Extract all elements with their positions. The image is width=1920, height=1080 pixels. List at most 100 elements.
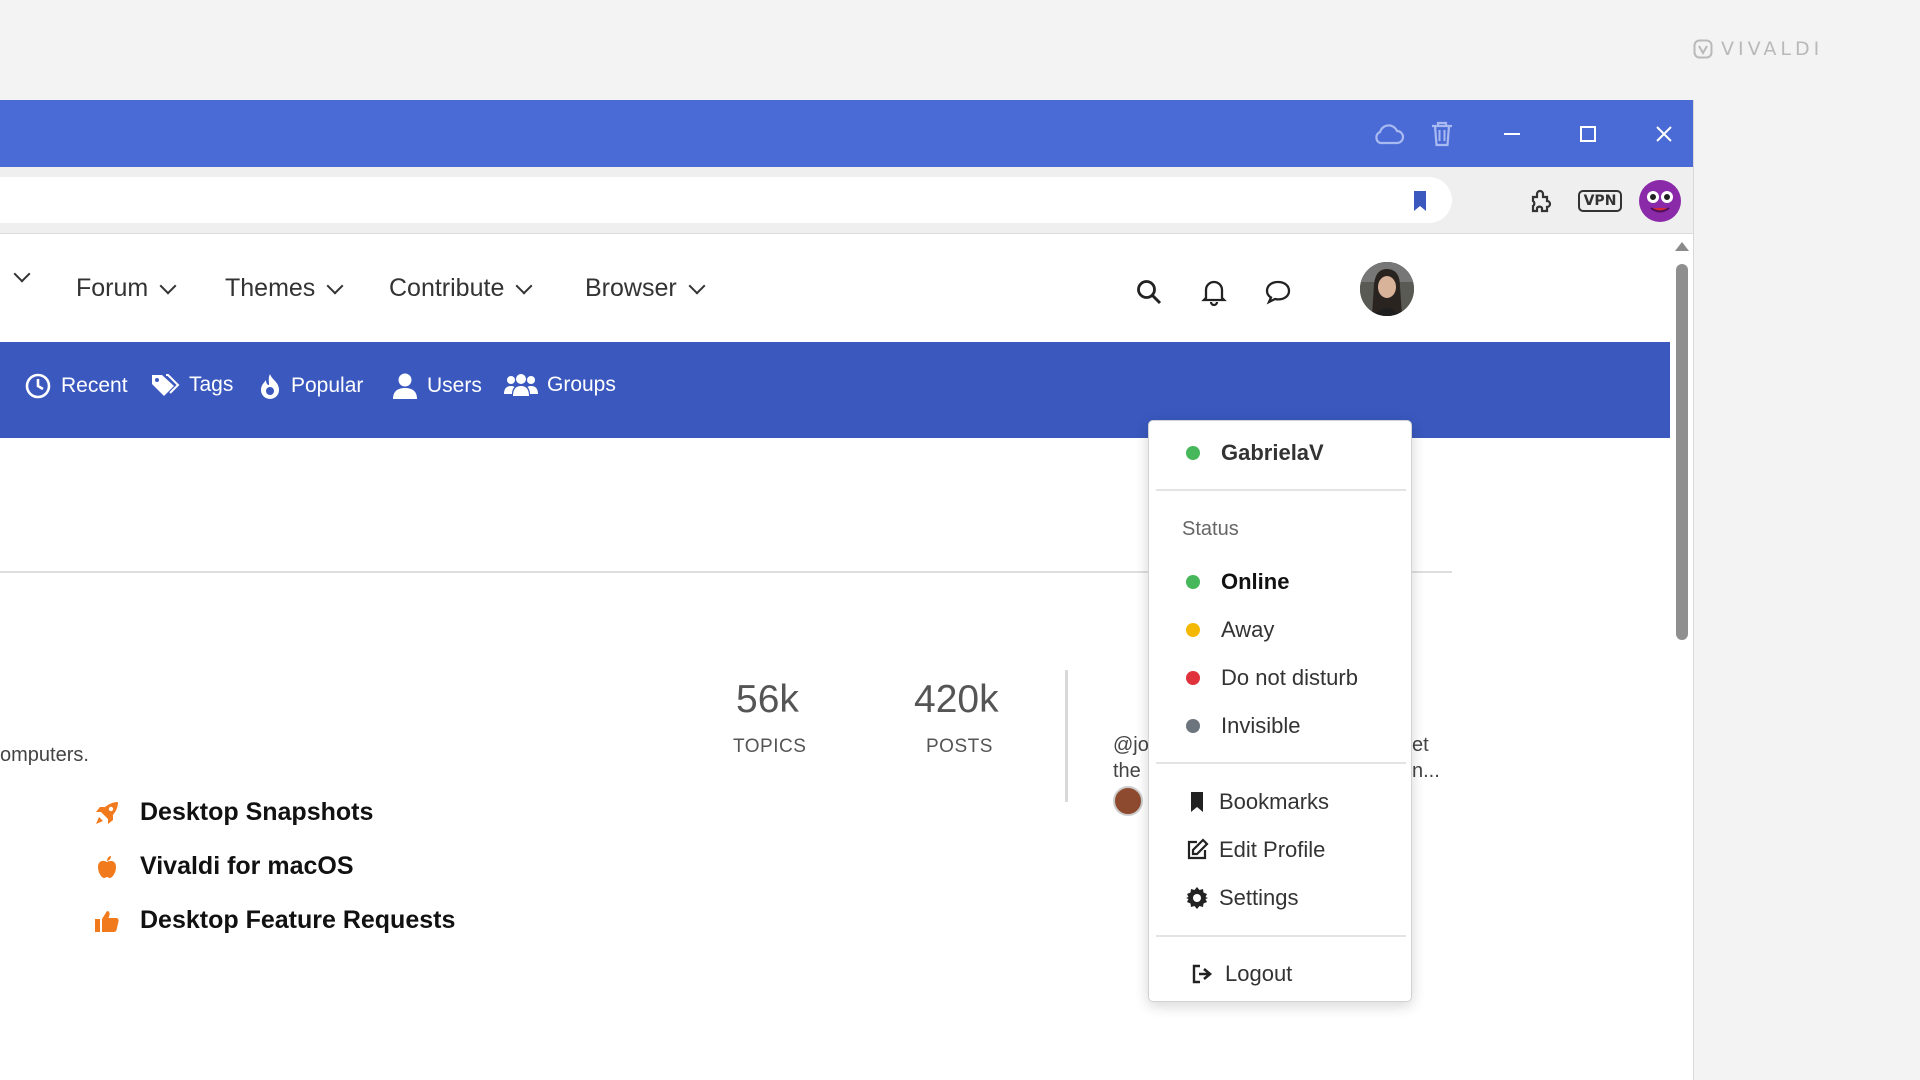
- bookmark-icon: [1185, 791, 1209, 813]
- vpn-label: VPN: [1577, 190, 1623, 212]
- away-dot: [1186, 623, 1200, 637]
- groups-icon: [504, 374, 538, 396]
- invisible-dot: [1186, 719, 1200, 733]
- cloud-sync-icon[interactable]: [1370, 116, 1406, 152]
- subnav-groups[interactable]: Groups: [504, 372, 616, 398]
- profile-icon[interactable]: [1638, 179, 1682, 223]
- last-post-text-line1: @jo: [1113, 734, 1149, 756]
- maximize-icon[interactable]: [1570, 116, 1606, 152]
- last-post-text-right2: n...: [1412, 760, 1440, 782]
- extensions-icon[interactable]: [1524, 183, 1560, 219]
- menu-logout[interactable]: Logout: [1149, 954, 1413, 994]
- nav-item-contribute[interactable]: Contribute: [389, 274, 533, 303]
- menu-edit-profile[interactable]: Edit Profile: [1149, 830, 1413, 870]
- subnav-popular[interactable]: Popular: [258, 372, 363, 400]
- topics-count: 56k: [736, 678, 799, 721]
- avatar[interactable]: [1360, 262, 1414, 316]
- status-do-not-disturb[interactable]: Do not disturb: [1149, 658, 1413, 698]
- subcategory-vivaldi-for-macos[interactable]: Vivaldi for macOS: [94, 852, 354, 881]
- subcategory-desktop-feature-requests[interactable]: Desktop Feature Requests: [94, 906, 455, 935]
- dnd-dot: [1186, 671, 1200, 685]
- bookmark-icon[interactable]: [1402, 183, 1438, 219]
- subcategory-label: Desktop Feature Requests: [140, 906, 456, 934]
- chevron-down-icon: [688, 277, 706, 294]
- subnav-users[interactable]: Users: [392, 372, 482, 400]
- page-scrollbar[interactable]: [1670, 234, 1693, 1080]
- username-label: GabrielaV: [1221, 440, 1324, 465]
- last-post-text-right1: et: [1412, 734, 1429, 756]
- subcategory-desktop-snapshots[interactable]: Desktop Snapshots: [94, 798, 373, 827]
- dropdown-username[interactable]: GabrielaV: [1149, 433, 1413, 473]
- nav-item-label: Browser: [585, 274, 677, 302]
- browser-window: VPN Forum Themes Contribute Browser Rece…: [0, 100, 1694, 1080]
- stats-divider: [1065, 670, 1068, 802]
- chevron-down-icon: [13, 265, 31, 283]
- category-description: omputers.: [0, 744, 89, 766]
- status-online[interactable]: Online: [1149, 562, 1413, 602]
- status-label: Away: [1221, 617, 1275, 642]
- subcategory-label: Vivaldi for macOS: [140, 852, 354, 880]
- gear-icon: [1185, 886, 1209, 910]
- nav-item-label: Forum: [76, 274, 149, 302]
- menu-bookmarks[interactable]: Bookmarks: [1149, 782, 1413, 822]
- menu-label: Logout: [1225, 961, 1293, 986]
- bell-icon[interactable]: [1194, 272, 1234, 312]
- posts-count: 420k: [914, 678, 999, 721]
- subnav-tags[interactable]: Tags: [150, 372, 233, 398]
- watermark-text: VIVALDI: [1721, 38, 1824, 60]
- tags-icon: [152, 374, 180, 396]
- chevron-down-icon: [326, 277, 344, 294]
- scroll-up-arrow[interactable]: [1675, 242, 1689, 251]
- posts-label: POSTS: [926, 736, 993, 757]
- last-poster-avatar[interactable]: [1113, 786, 1143, 816]
- address-bar[interactable]: [0, 177, 1452, 223]
- nav-item-label: Themes: [225, 274, 316, 302]
- subnav-label: Groups: [547, 373, 616, 396]
- search-icon[interactable]: [1129, 272, 1169, 312]
- minimize-icon[interactable]: [1494, 116, 1530, 152]
- dropdown-separator: [1156, 489, 1406, 491]
- online-dot: [1186, 575, 1200, 589]
- chevron-down-icon: [159, 277, 177, 294]
- nav-item-hidden[interactable]: [13, 265, 31, 283]
- user-icon: [393, 373, 417, 399]
- vivaldi-watermark: VIVALDI: [1693, 38, 1823, 60]
- apple-icon: [94, 854, 120, 880]
- nav-item-themes[interactable]: Themes: [225, 274, 344, 303]
- menu-settings[interactable]: Settings: [1149, 878, 1413, 918]
- dropdown-separator: [1156, 762, 1406, 764]
- subnav-recent[interactable]: Recent: [24, 372, 128, 400]
- vpn-icon[interactable]: VPN: [1576, 183, 1624, 219]
- status-label: Invisible: [1221, 713, 1301, 738]
- topics-label: TOPICS: [733, 736, 807, 757]
- chat-icon[interactable]: [1258, 272, 1298, 312]
- close-icon[interactable]: [1646, 116, 1682, 152]
- nav-item-label: Contribute: [389, 274, 505, 302]
- thumbs-up-icon: [94, 908, 120, 934]
- menu-label: Settings: [1219, 885, 1299, 910]
- status-label: Do not disturb: [1221, 665, 1358, 690]
- scroll-thumb[interactable]: [1676, 264, 1688, 640]
- nav-item-forum[interactable]: Forum: [76, 274, 177, 303]
- subnav-label: Recent: [61, 374, 128, 397]
- menu-label: Edit Profile: [1219, 837, 1326, 862]
- status-dot: [1186, 446, 1200, 460]
- dropdown-separator: [1156, 935, 1406, 937]
- menu-label: Bookmarks: [1219, 789, 1330, 814]
- clock-icon: [25, 373, 51, 399]
- title-bar: [0, 100, 1693, 167]
- status-away[interactable]: Away: [1149, 610, 1413, 650]
- edit-icon: [1185, 838, 1209, 862]
- status-invisible[interactable]: Invisible: [1149, 706, 1413, 746]
- chevron-down-icon: [515, 277, 533, 294]
- nav-item-browser[interactable]: Browser: [585, 274, 706, 303]
- subnav-label: Popular: [291, 374, 364, 397]
- last-post-text-line2: the: [1113, 760, 1141, 782]
- subcategory-label: Desktop Snapshots: [140, 798, 374, 826]
- vivaldi-logo-icon: [1693, 39, 1713, 59]
- address-bar-row: VPN: [0, 167, 1693, 234]
- status-label: Online: [1221, 569, 1290, 594]
- status-header: Status: [1182, 518, 1239, 540]
- logout-icon: [1191, 963, 1215, 985]
- trash-icon[interactable]: [1424, 116, 1460, 152]
